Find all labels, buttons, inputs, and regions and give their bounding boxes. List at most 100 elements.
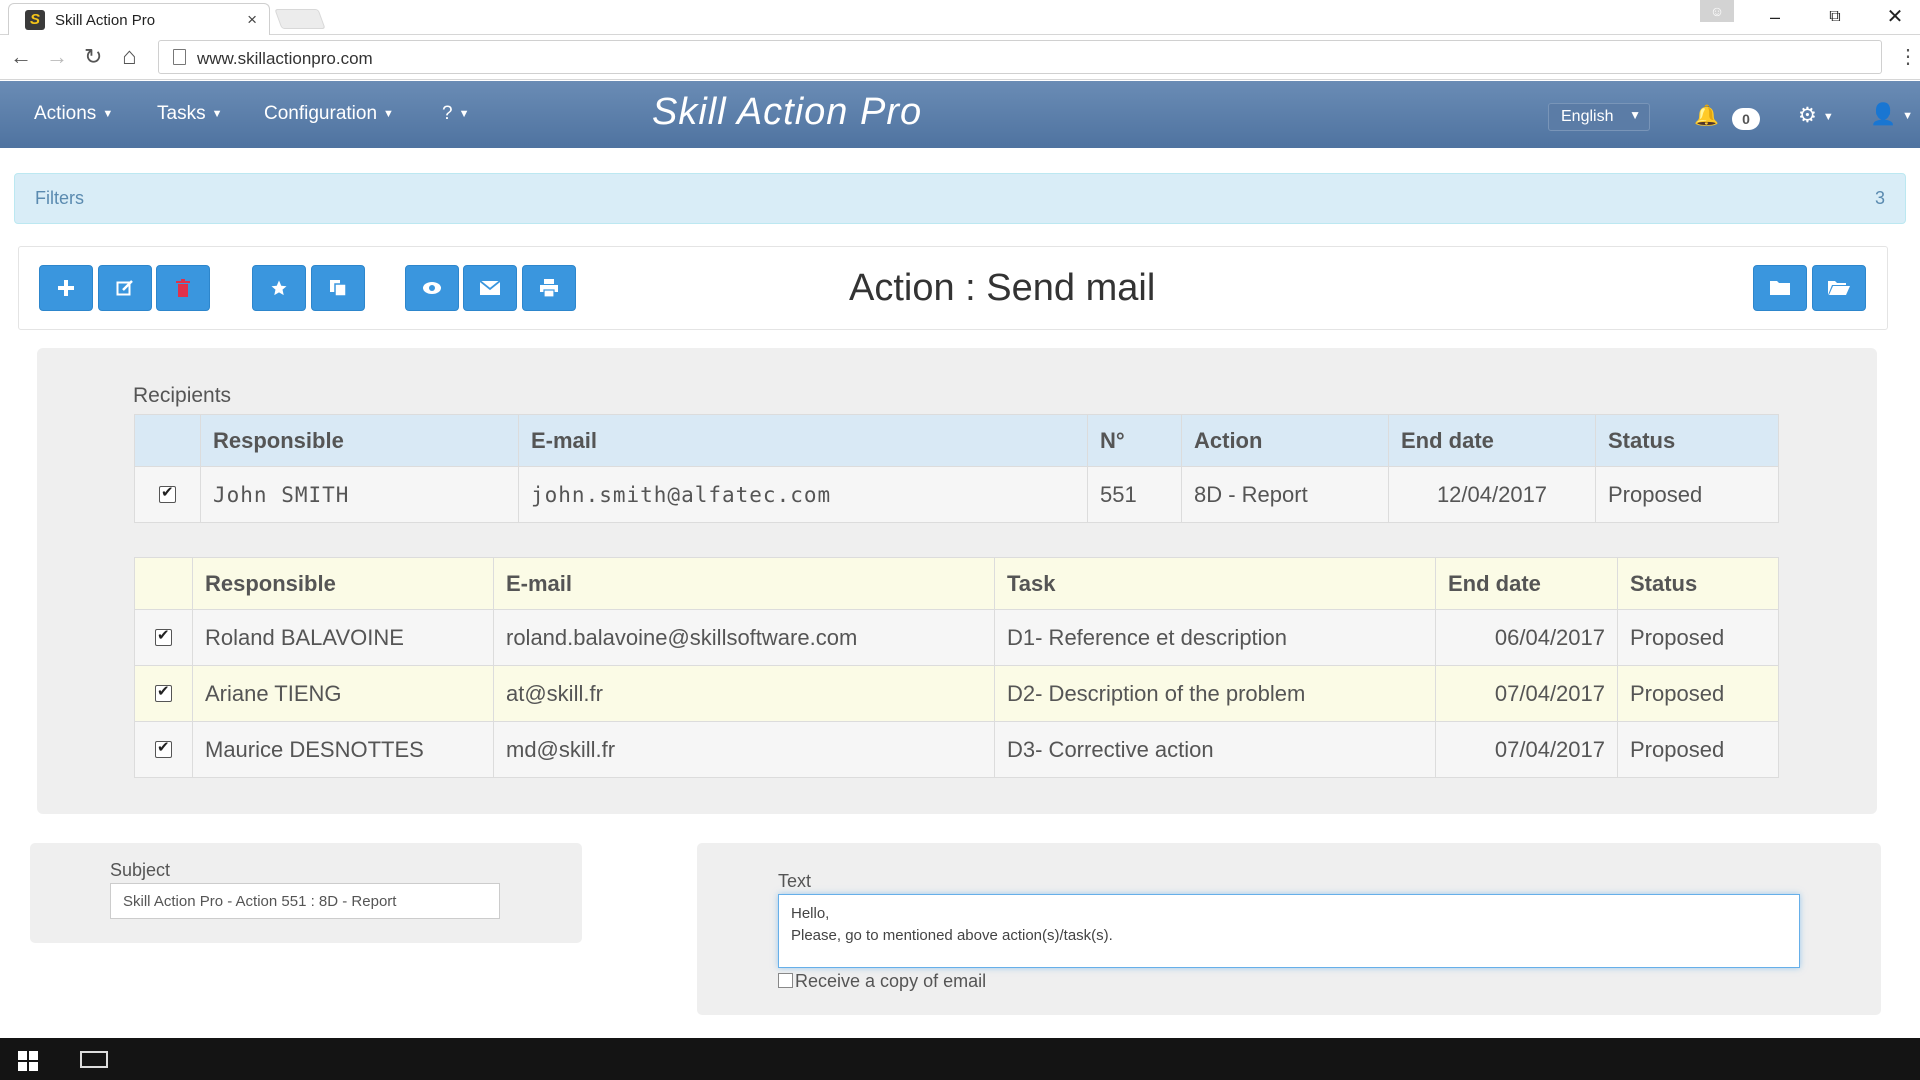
cell-responsible: Maurice DESNOTTES [192, 721, 494, 778]
restore-icon[interactable]: ⧉ [1812, 3, 1858, 31]
cell-end-date: 07/04/2017 [1435, 721, 1618, 778]
task-recipients-table: Responsible E-mail Task End date Status … [134, 557, 1779, 778]
cell-status: Proposed [1595, 466, 1779, 523]
text-label: Text [778, 871, 812, 891]
menu-actions[interactable]: Actions ▼ [34, 103, 113, 125]
tab-close-icon[interactable]: × [247, 10, 257, 30]
skill-favicon-icon: S [25, 10, 45, 30]
recipients-label: Recipients [133, 384, 232, 407]
caret-down-icon: ▼ [102, 108, 114, 120]
table-row: Ariane TIENG at@skill.fr D2- Description… [134, 665, 1779, 722]
minimize-icon[interactable]: – [1752, 3, 1798, 31]
new-tab-button[interactable] [274, 9, 326, 29]
task-view-icon[interactable] [80, 1051, 108, 1068]
user-icon[interactable]: 👤 ▼ [1870, 103, 1913, 127]
row-checkbox[interactable] [155, 626, 172, 646]
cell-status: Proposed [1617, 609, 1779, 666]
plus-icon [58, 280, 74, 296]
menu-configuration[interactable]: Configuration ▼ [264, 103, 394, 125]
table-row: John SMITH john.smith@alfatec.com 551 8D… [134, 466, 1779, 523]
app-navbar: Actions ▼ Tasks ▼ Configuration ▼ ? ▼ Skill … [0, 81, 1920, 148]
menu-configuration-label: Configuration [264, 103, 378, 124]
browser-menu-icon[interactable]: ⋮ [1898, 44, 1918, 69]
cell-email: at@skill.fr [493, 665, 995, 722]
row-checkbox[interactable] [155, 738, 172, 758]
cell-end-date: 06/04/2017 [1435, 609, 1618, 666]
column-header-end-date: End date [1388, 414, 1596, 467]
table-row: Roland BALAVOINE roland.balavoine@skills… [134, 609, 1779, 666]
mail-text-area[interactable]: Hello, Please, go to mentioned above act… [778, 894, 1800, 968]
menu-actions-label: Actions [34, 103, 97, 124]
edit-button[interactable] [98, 265, 152, 311]
reload-icon[interactable]: ↻ [84, 44, 102, 70]
add-button[interactable] [39, 265, 93, 311]
window-close-icon[interactable]: ✕ [1872, 3, 1918, 31]
cell-email: john.smith@alfatec.com [518, 466, 1088, 523]
edit-icon [116, 280, 133, 296]
cell-email: md@skill.fr [493, 721, 995, 778]
cell-end-date: 07/04/2017 [1435, 665, 1618, 722]
forward-icon[interactable]: → [46, 44, 68, 70]
tab-title: Skill Action Pro [55, 11, 156, 29]
duplicate-button[interactable] [311, 265, 365, 311]
caret-down-icon: ▼ [211, 108, 223, 120]
browser-tab-bar: S Skill Action Pro × ☺ – ⧉ ✕ [0, 0, 1920, 36]
row-select-cell [134, 721, 193, 778]
cell-task: D3- Corrective action [994, 721, 1436, 778]
language-label: English [1561, 108, 1614, 125]
favorite-button[interactable] [252, 265, 306, 311]
cell-end-date: 12/04/2017 [1388, 466, 1596, 523]
address-bar: ← → ↻ ⌂ www.skillactionpro.com ⋮ [0, 35, 1920, 80]
folder-open-icon [1828, 281, 1850, 295]
delete-button[interactable] [156, 265, 210, 311]
view-button[interactable] [405, 265, 459, 311]
column-header-email: E-mail [493, 557, 995, 610]
menu-tasks-label: Tasks [157, 103, 206, 124]
row-checkbox[interactable] [159, 483, 176, 503]
browser-tab[interactable]: S Skill Action Pro × [8, 3, 270, 36]
send-mail-button[interactable] [463, 265, 517, 311]
windows-start-icon[interactable] [18, 1051, 38, 1071]
receive-copy-label: Receive a copy of email [795, 971, 987, 991]
print-button[interactable] [522, 265, 576, 311]
column-header-email: E-mail [518, 414, 1088, 467]
caret-down-icon: ▼ [383, 108, 394, 120]
row-select-cell [134, 609, 193, 666]
action-recipients-table: Responsible E-mail N° Action End date St… [134, 414, 1779, 523]
subject-input[interactable] [110, 883, 500, 919]
column-header-status: Status [1595, 414, 1779, 467]
settings-gear-icon[interactable]: ⚙ ▼ [1798, 103, 1834, 128]
menu-help[interactable]: ? ▼ [442, 103, 469, 125]
menu-tasks[interactable]: Tasks ▼ [157, 103, 222, 125]
language-select[interactable]: English ▼ [1548, 103, 1650, 131]
column-header-number: N° [1087, 414, 1182, 467]
receive-copy-checkbox[interactable] [778, 973, 793, 988]
profile-icon[interactable]: ☺ [1700, 0, 1734, 22]
notification-badge: 0 [1732, 108, 1760, 130]
column-header-end-date: End date [1435, 557, 1618, 610]
cell-number: 551 [1087, 466, 1182, 523]
folder-button[interactable] [1753, 265, 1807, 311]
home-icon[interactable]: ⌂ [122, 44, 137, 70]
filters-label: Filters [35, 188, 84, 208]
select-column-header [134, 414, 201, 467]
filters-count: 3 [1874, 188, 1885, 208]
copy-icon [330, 280, 347, 297]
url-input[interactable]: www.skillactionpro.com [158, 40, 1882, 74]
column-header-action: Action [1181, 414, 1389, 467]
row-select-cell [134, 466, 201, 523]
folder-icon [1770, 281, 1790, 295]
url-text: www.skillactionpro.com [197, 49, 373, 68]
table-header-row: Responsible E-mail N° Action End date St… [134, 414, 1779, 467]
filters-panel[interactable]: Filters 3 [14, 173, 1906, 224]
open-folder-button[interactable] [1812, 265, 1866, 311]
os-taskbar [0, 1038, 1920, 1080]
menu-help-label: ? [442, 103, 453, 124]
row-checkbox[interactable] [155, 682, 172, 702]
text-line: Please, go to mentioned above action(s)/… [791, 927, 1113, 944]
bell-icon[interactable]: 🔔 [1694, 103, 1719, 128]
caret-down-icon: ▼ [458, 108, 470, 120]
select-column-header [134, 557, 193, 610]
back-icon[interactable]: ← [10, 44, 32, 70]
column-header-responsible: Responsible [192, 557, 494, 610]
